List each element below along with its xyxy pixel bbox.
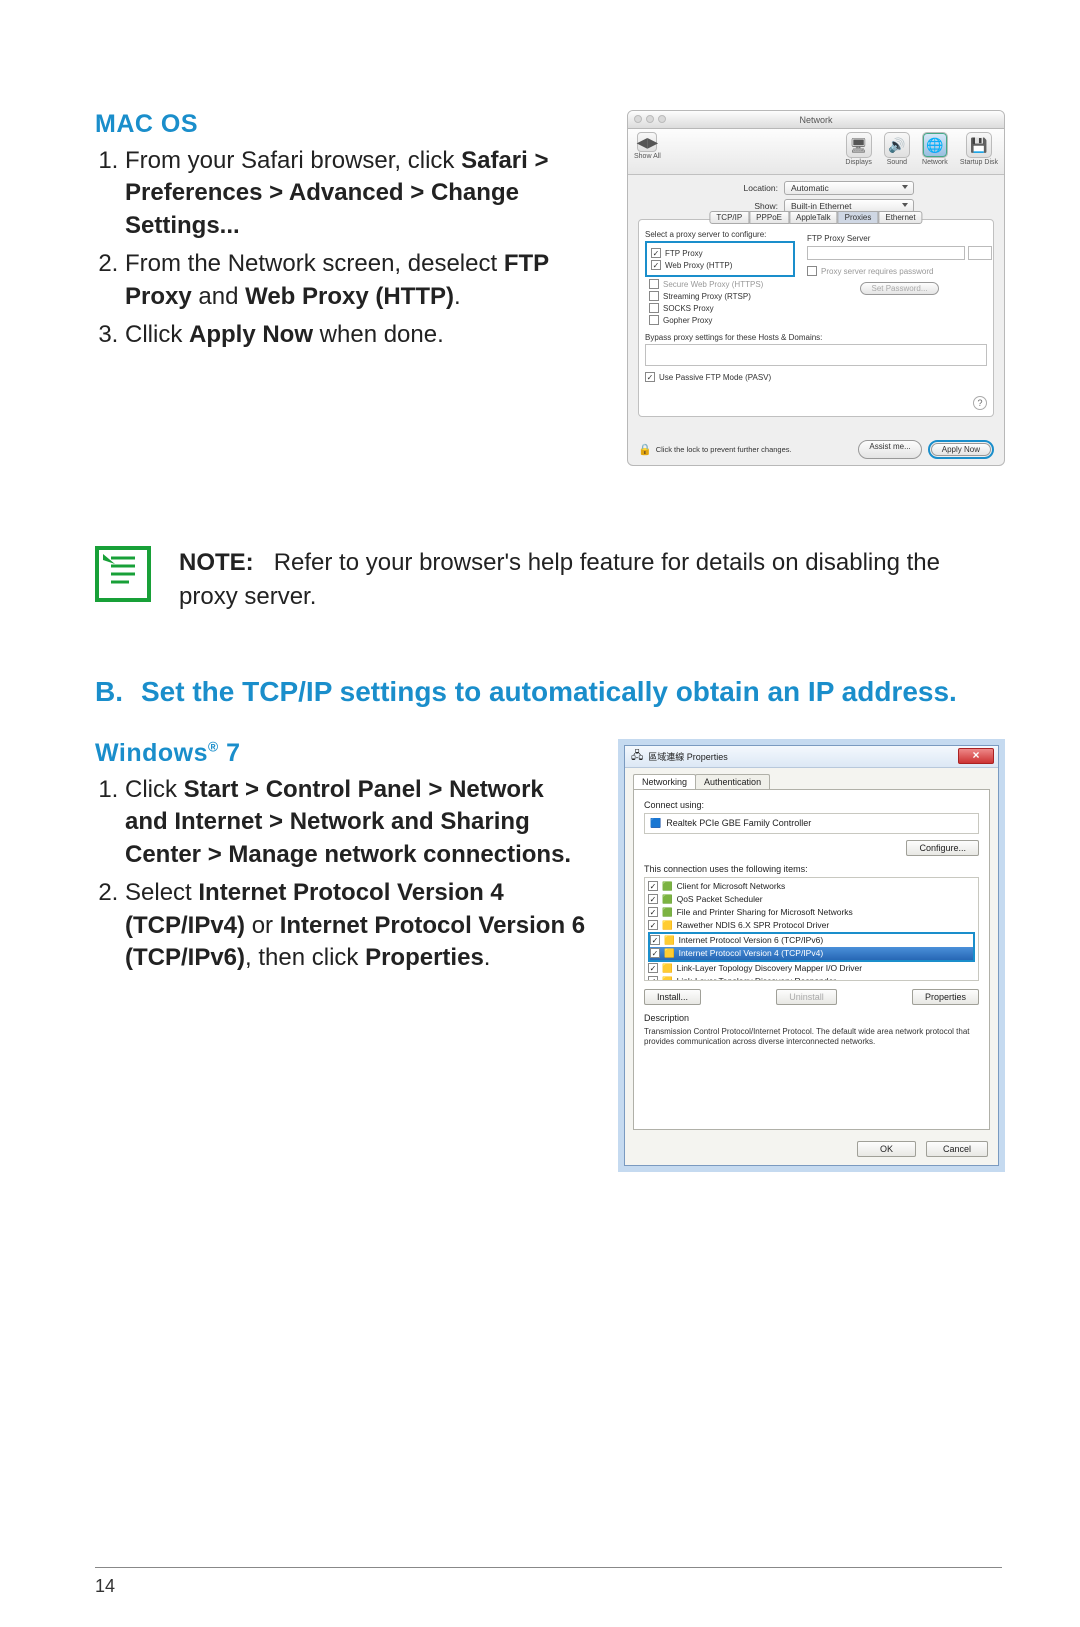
win-titlebar: 🖧 區域連線 Properties × bbox=[625, 746, 998, 768]
win-title-text: 區域連線 Properties bbox=[648, 750, 728, 763]
mac-toolbar: ◀▶Show All 🖥Displays 🔊Sound 🌐Network 💾St… bbox=[628, 129, 1004, 175]
proxy-web[interactable]: ✓Web Proxy (HTTP) bbox=[651, 260, 789, 270]
items-label: This connection uses the following items… bbox=[644, 864, 979, 874]
passive-ftp[interactable]: ✓Use Passive FTP Mode (PASV) bbox=[645, 372, 987, 382]
apply-now-button[interactable]: Apply Now bbox=[931, 443, 991, 456]
lock-icon[interactable]: 🔒 bbox=[638, 443, 652, 456]
mac-tab-pppoe[interactable]: PPPoE bbox=[749, 211, 789, 224]
win-properties-window: 🖧 區域連線 Properties × Networking Authentic… bbox=[618, 739, 1005, 1172]
toolbar-sound[interactable]: 🔊Sound bbox=[884, 132, 910, 166]
mac-footer: 🔒 Click the lock to prevent further chan… bbox=[638, 440, 994, 459]
properties-button[interactable]: Properties bbox=[912, 989, 979, 1005]
proxy-socks[interactable]: SOCKS Proxy bbox=[649, 303, 987, 313]
macos-step-2: From the Network screen, deselect FTP Pr… bbox=[125, 248, 599, 313]
tab-authentication[interactable]: Authentication bbox=[695, 774, 770, 789]
mac-tab-appletalk[interactable]: AppleTalk bbox=[789, 211, 838, 224]
close-icon[interactable]: × bbox=[958, 748, 994, 764]
item-ipv6[interactable]: ✓🟨Internet Protocol Version 6 (TCP/IPv6) bbox=[650, 934, 973, 947]
page-number: 14 bbox=[95, 1576, 115, 1596]
location-select[interactable]: Automatic bbox=[784, 181, 914, 195]
mac-body: Location:Automatic Show:Built-in Etherne… bbox=[628, 175, 1004, 421]
macos-heading: MAC OS bbox=[95, 110, 599, 139]
win7-heading: Windows® 7 bbox=[95, 739, 590, 768]
bypass-label: Bypass proxy settings for these Hosts & … bbox=[645, 333, 987, 342]
set-password-button[interactable]: Set Password... bbox=[860, 282, 938, 295]
macos-step-1: From your Safari browser, click Safari >… bbox=[125, 145, 599, 242]
ftp-server-port[interactable] bbox=[968, 246, 992, 260]
item-qos[interactable]: ✓🟩QoS Packet Scheduler bbox=[648, 893, 975, 906]
win7-section: Windows® 7 Click Start > Control Panel >… bbox=[95, 739, 1005, 1172]
win7-step-1: Click Start > Control Panel > Network an… bbox=[125, 774, 590, 871]
bypass-field[interactable] bbox=[645, 344, 987, 366]
mac-tab-panel: TCP/IP PPPoE AppleTalk Proxies Ethernet … bbox=[638, 219, 994, 417]
item-ipv4[interactable]: ✓🟨Internet Protocol Version 4 (TCP/IPv4) bbox=[650, 947, 973, 960]
mac-tab-ethernet[interactable]: Ethernet bbox=[878, 211, 922, 224]
win7-text-column: Windows® 7 Click Start > Control Panel >… bbox=[95, 739, 590, 980]
proxy-right-pane: FTP Proxy Server Proxy server requires p… bbox=[807, 234, 992, 295]
toolbar-show-all[interactable]: ◀▶Show All bbox=[634, 132, 661, 160]
help-icon[interactable]: ? bbox=[973, 396, 987, 410]
toolbar-startup-disk[interactable]: 💾Startup Disk bbox=[960, 132, 998, 166]
adapter-icon: 🖧 bbox=[631, 747, 643, 766]
configure-button[interactable]: Configure... bbox=[906, 840, 979, 856]
tab-networking[interactable]: Networking bbox=[633, 774, 696, 789]
items-listbox[interactable]: ✓🟩Client for Microsoft Networks ✓🟩QoS Pa… bbox=[644, 877, 979, 981]
note-block: NOTE: Refer to your browser's help featu… bbox=[95, 546, 1005, 613]
mac-titlebar: Network bbox=[628, 111, 1004, 129]
win-panel: Connect using: 🟦 Realtek PCIe GBE Family… bbox=[633, 789, 990, 1130]
proxy-ftp[interactable]: ✓FTP Proxy bbox=[651, 248, 789, 258]
item-rawether[interactable]: ✓🟨Rawether NDIS 6.X SPR Protocol Driver bbox=[648, 919, 975, 932]
toolbar-network[interactable]: 🌐Network bbox=[922, 132, 948, 166]
adapter-field: 🟦 Realtek PCIe GBE Family Controller bbox=[644, 813, 979, 834]
description-text: Transmission Control Protocol/Internet P… bbox=[644, 1027, 979, 1047]
item-lltd-responder[interactable]: ✓🟨Link-Layer Topology Discovery Responde… bbox=[648, 975, 975, 981]
macos-section: MAC OS From your Safari browser, click S… bbox=[95, 110, 1005, 466]
win-body: Networking Authentication Connect using:… bbox=[625, 768, 998, 1165]
cancel-button[interactable]: Cancel bbox=[926, 1141, 988, 1157]
macos-step-3: Cllick Apply Now when done. bbox=[125, 319, 599, 351]
ip-highlight: ✓🟨Internet Protocol Version 6 (TCP/IPv6)… bbox=[648, 932, 975, 962]
traffic-lights[interactable] bbox=[634, 115, 666, 123]
macos-steps: From your Safari browser, click Safari >… bbox=[95, 145, 599, 351]
item-fps[interactable]: ✓🟩File and Printer Sharing for Microsoft… bbox=[648, 906, 975, 919]
note-text: NOTE: Refer to your browser's help featu… bbox=[179, 546, 1005, 613]
page-footer: 14 bbox=[95, 1567, 1002, 1597]
page: MAC OS From your Safari browser, click S… bbox=[0, 0, 1080, 1627]
nic-icon: 🟦 bbox=[650, 818, 661, 829]
install-button[interactable]: Install... bbox=[644, 989, 701, 1005]
item-lltd-mapper[interactable]: ✓🟨Link-Layer Topology Discovery Mapper I… bbox=[648, 962, 975, 975]
proxy-pwd-chk[interactable]: Proxy server requires password bbox=[807, 266, 992, 276]
section-b-heading: B. Set the TCP/IP settings to automatica… bbox=[95, 673, 1005, 711]
uninstall-button[interactable]: Uninstall bbox=[776, 989, 837, 1005]
note-icon bbox=[95, 546, 151, 602]
mac-tab-tcpip[interactable]: TCP/IP bbox=[709, 211, 749, 224]
mac-network-window: Network ◀▶Show All 🖥Displays 🔊Sound 🌐Net… bbox=[627, 110, 1005, 466]
toolbar-displays[interactable]: 🖥Displays bbox=[845, 132, 871, 166]
mac-window-title: Network bbox=[799, 115, 832, 125]
macos-text-column: MAC OS From your Safari browser, click S… bbox=[95, 110, 599, 357]
proxy-gopher[interactable]: Gopher Proxy bbox=[649, 315, 987, 325]
ftp-server-host[interactable] bbox=[807, 246, 965, 260]
ok-button[interactable]: OK bbox=[857, 1141, 916, 1157]
assist-button[interactable]: Assist me... bbox=[858, 440, 921, 459]
win7-steps: Click Start > Control Panel > Network an… bbox=[95, 774, 590, 974]
proxy-highlight: ✓FTP Proxy ✓Web Proxy (HTTP) bbox=[645, 241, 795, 277]
description-label: Description bbox=[644, 1013, 979, 1023]
connect-using-label: Connect using: bbox=[644, 800, 979, 810]
item-client[interactable]: ✓🟩Client for Microsoft Networks bbox=[648, 880, 975, 893]
mac-tab-proxies[interactable]: Proxies bbox=[838, 211, 879, 224]
win7-step-2: Select Internet Protocol Version 4 (TCP/… bbox=[125, 877, 590, 974]
